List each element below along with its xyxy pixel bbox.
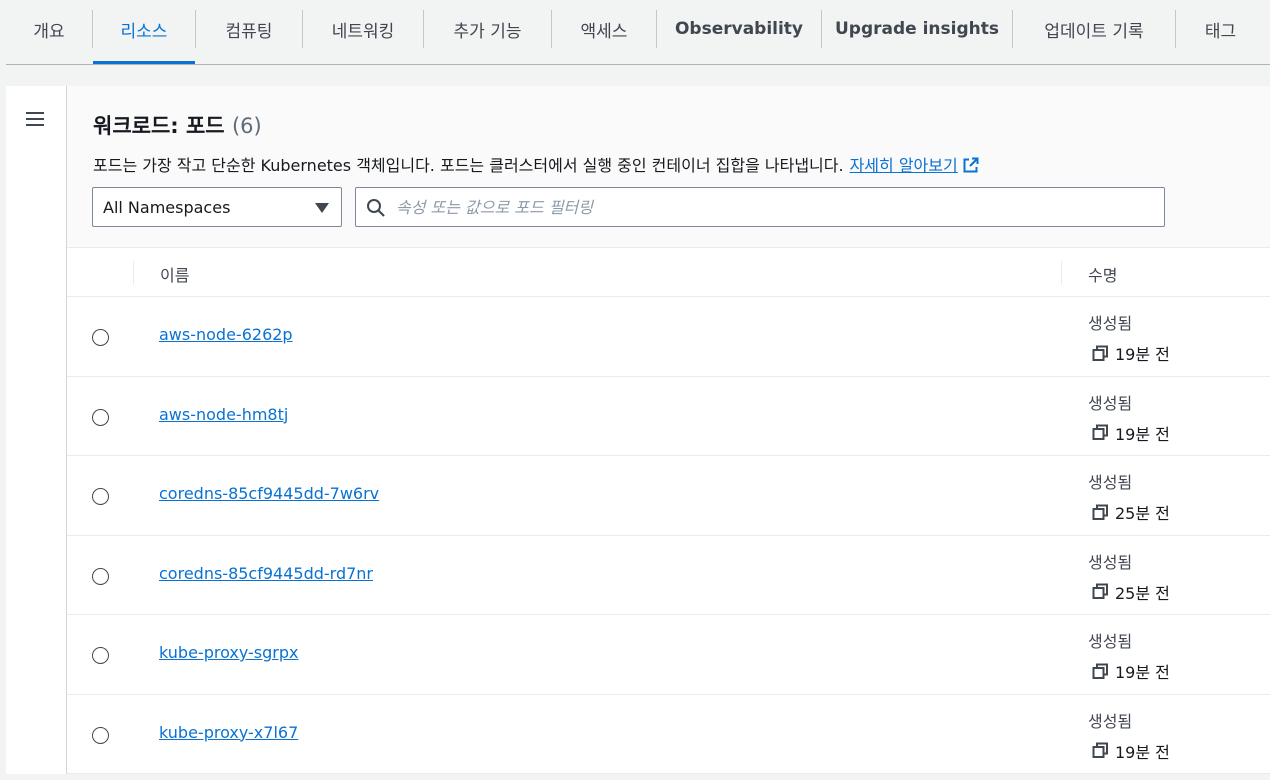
pod-name-link[interactable]: coredns-85cf9445dd-rd7nr [159, 564, 373, 583]
column-header-name[interactable]: 이름 [160, 262, 189, 286]
tab-2[interactable]: 컴퓨팅 [196, 0, 302, 58]
row-select-radio[interactable] [92, 647, 109, 664]
pod-age-text: 25분 전 [1115, 504, 1170, 523]
copy-icon [1092, 345, 1108, 361]
tab-label: 태그 [1204, 21, 1237, 42]
tab-label: 리소스 [120, 21, 168, 42]
pod-status: 생성됨 [1088, 552, 1133, 572]
pod-name-link[interactable]: aws-node-hm8tj [159, 405, 288, 424]
pod-age: 19분 전 [1092, 341, 1170, 365]
column-divider [1061, 261, 1062, 285]
tab-7[interactable]: Upgrade insights [822, 0, 1012, 58]
learn-more-label: 자세히 알아보기 [849, 156, 958, 175]
namespace-value: All Namespaces [103, 197, 231, 217]
page-description: 포드는 가장 작고 단순한 Kubernetes 객체입니다. 포드는 클러스터… [93, 152, 979, 176]
pod-count: (6) [231, 114, 262, 138]
pod-name-link[interactable]: kube-proxy-sgrpx [159, 643, 299, 662]
tab-label: Observability [674, 19, 804, 39]
tab-label: 업데이트 기록 [1044, 21, 1144, 42]
copy-icon [1092, 663, 1108, 679]
tab-8[interactable]: 업데이트 기록 [1013, 0, 1175, 58]
table-row: coredns-85cf9445dd-rd7nr 생성됨 25분 전 [67, 535, 1270, 615]
pod-age-text: 19분 전 [1115, 663, 1170, 682]
tab-3[interactable]: 네트워킹 [303, 0, 423, 58]
pod-age-text: 19분 전 [1115, 742, 1170, 762]
column-header-lifecycle[interactable]: 수명 [1088, 262, 1117, 286]
tab-9[interactable]: 태그 [1176, 0, 1265, 58]
row-select-radio[interactable] [92, 488, 109, 505]
tab-label: 액세스 [580, 21, 628, 42]
namespace-select[interactable]: All Namespaces [92, 187, 342, 227]
table-row: kube-proxy-sgrpx 생성됨 19분 전 [67, 615, 1270, 695]
pod-status: 생성됨 [1088, 314, 1133, 333]
tab-label: 추가 기능 [453, 21, 522, 42]
hamburger-menu-icon[interactable] [26, 112, 46, 128]
side-navigation [6, 86, 67, 774]
pod-age: 19분 전 [1092, 739, 1170, 763]
row-select-radio[interactable] [92, 726, 109, 744]
copy-icon [1092, 742, 1108, 758]
table-row: coredns-85cf9445dd-7w6rv 생성됨 25분 전 [67, 456, 1270, 536]
external-link-icon [963, 157, 979, 173]
title-text: 워크로드: 포드 [93, 114, 225, 138]
table-header: 이름 수명 [67, 248, 1270, 297]
pod-age-text: 25분 전 [1115, 583, 1170, 603]
tab-label: 네트워킹 [331, 21, 395, 42]
row-select-radio[interactable] [92, 567, 109, 585]
pods-panel: 워크로드: 포드 (6) 포드는 가장 작고 단순한 Kubernetes 객체… [67, 86, 1270, 774]
tab-6[interactable]: Observability [657, 0, 821, 58]
pod-age: 19분 전 [1092, 421, 1170, 445]
search-icon [367, 199, 385, 217]
tab-4[interactable]: 추가 기능 [424, 0, 551, 58]
copy-icon [1092, 424, 1108, 440]
pod-status: 생성됨 [1088, 711, 1133, 731]
pod-name-link[interactable]: coredns-85cf9445dd-7w6rv [159, 484, 379, 503]
pod-age: 25분 전 [1092, 500, 1170, 524]
table-row: aws-node-6262p 생성됨 19분 전 [67, 297, 1270, 377]
tab-5[interactable]: 액세스 [552, 0, 656, 58]
tab-0[interactable]: 개요 [6, 0, 92, 58]
pod-age: 19분 전 [1092, 659, 1170, 683]
pod-age-text: 19분 전 [1115, 345, 1170, 364]
pod-age-text: 19분 전 [1115, 424, 1170, 444]
caret-down-icon [315, 203, 329, 213]
pod-status: 생성됨 [1088, 473, 1133, 492]
table-row: aws-node-hm8tj 생성됨 19분 전 [67, 376, 1270, 456]
learn-more-link[interactable]: 자세히 알아보기 [850, 156, 979, 175]
copy-icon [1092, 504, 1108, 520]
pod-filter [355, 187, 1165, 227]
pod-age: 25분 전 [1092, 580, 1170, 604]
tab-label: Upgrade insights [834, 19, 999, 39]
pod-name-link[interactable]: aws-node-6262p [159, 325, 293, 344]
description-text: 포드는 가장 작고 단순한 Kubernetes 객체입니다. 포드는 클러스터… [93, 156, 844, 175]
tab-label: 개요 [33, 21, 65, 42]
row-select-radio[interactable] [92, 408, 109, 426]
page-title: 워크로드: 포드 (6) [93, 110, 262, 140]
search-input[interactable] [396, 196, 1146, 218]
panel-header: 워크로드: 포드 (6) 포드는 가장 작고 단순한 Kubernetes 객체… [67, 86, 1270, 248]
pod-status: 생성됨 [1088, 632, 1133, 651]
column-divider [133, 261, 134, 285]
tab-1[interactable]: 리소스 [93, 0, 195, 64]
row-select-radio[interactable] [92, 329, 109, 346]
resource-tabs: 개요 리소스 컴퓨팅 네트워킹 추가 기능 액세스 Observability Upgrade… [6, 0, 1270, 65]
copy-icon [1092, 583, 1108, 599]
pod-name-link[interactable]: kube-proxy-x7l67 [159, 723, 298, 742]
tab-label: 컴퓨팅 [225, 21, 273, 42]
table-row: kube-proxy-x7l67 생성됨 19분 전 [67, 694, 1270, 774]
pod-status: 생성됨 [1088, 393, 1133, 413]
